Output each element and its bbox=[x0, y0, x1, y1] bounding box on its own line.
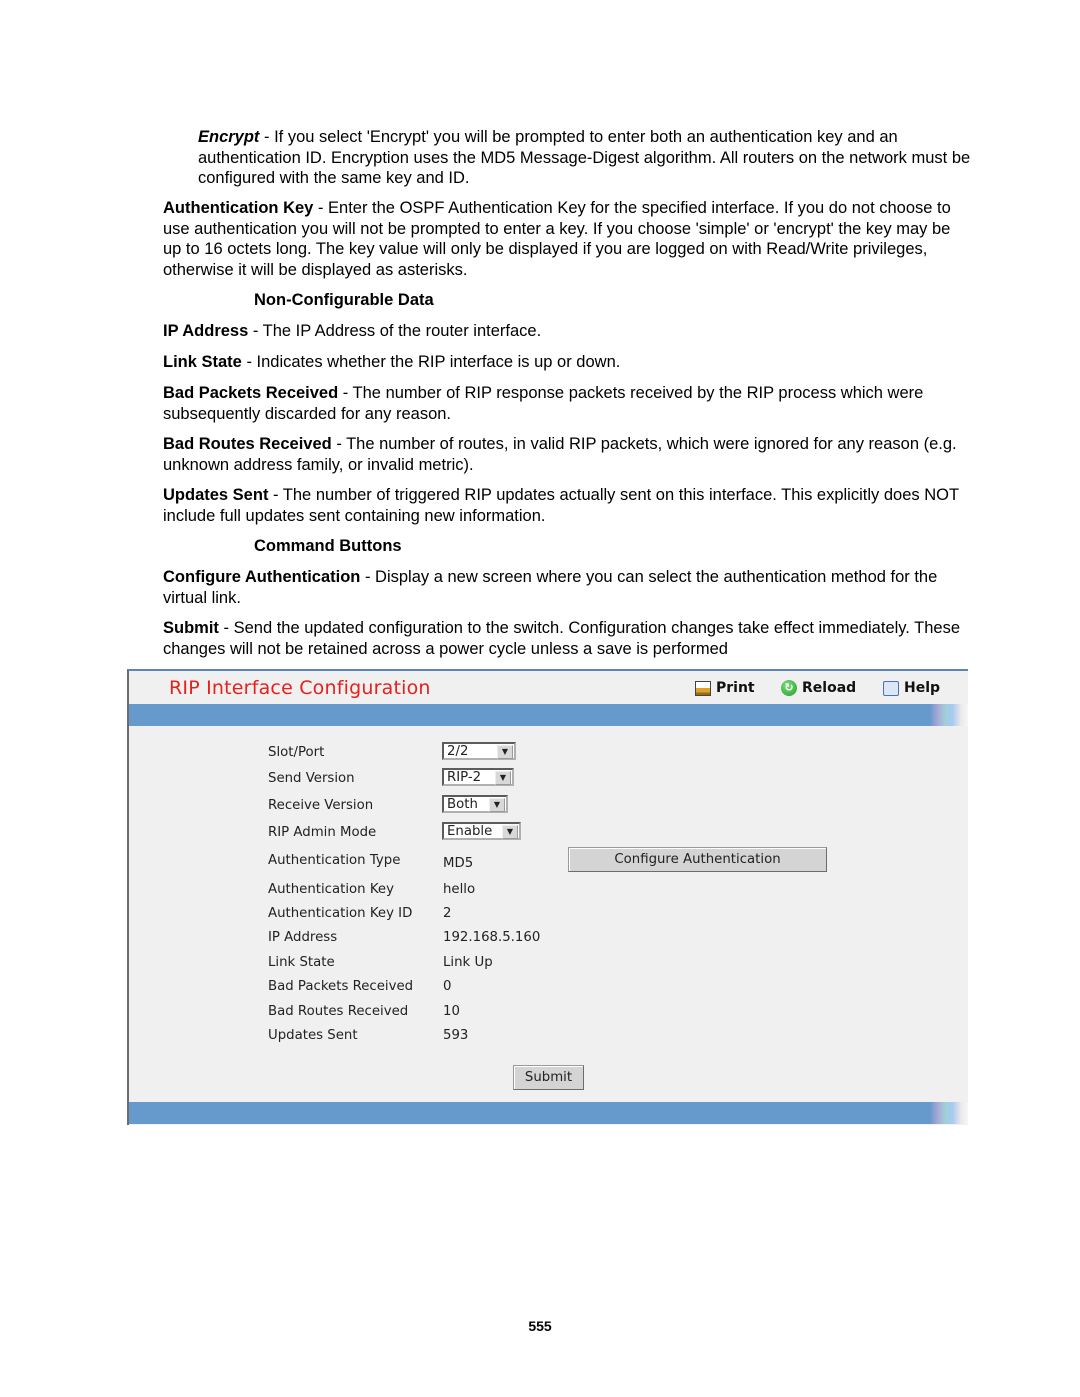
slot-port-select[interactable]: 2/2 ▼ bbox=[442, 742, 516, 760]
help-button[interactable]: Help bbox=[883, 680, 940, 696]
receive-version-select[interactable]: Both ▼ bbox=[442, 795, 508, 813]
rip-interface-configuration-panel: RIP Interface Configuration Print ↻ Relo… bbox=[127, 669, 968, 1125]
bad-routes-description: Bad Routes Received - The number of rout… bbox=[163, 435, 957, 474]
admin-mode-select[interactable]: Enable ▼ bbox=[442, 822, 521, 840]
configure-authentication-button[interactable]: Configure Authentication bbox=[568, 847, 827, 872]
chevron-down-icon: ▼ bbox=[495, 771, 511, 785]
panel-title: RIP Interface Configuration bbox=[169, 677, 431, 699]
bad-routes-value: 10 bbox=[443, 1004, 460, 1019]
footer-bar bbox=[129, 1102, 968, 1124]
printer-icon bbox=[695, 680, 711, 696]
page-number: 555 bbox=[528, 1318, 552, 1334]
updates-sent-description: Updates Sent - The number of triggered R… bbox=[163, 486, 959, 525]
print-button[interactable]: Print bbox=[695, 680, 755, 696]
link-state-description: Link State - Indicates whether the RIP i… bbox=[163, 353, 621, 371]
non-configurable-heading: Non-Configurable Data bbox=[254, 291, 434, 309]
chevron-down-icon: ▼ bbox=[489, 798, 505, 812]
link-state-value: Link Up bbox=[443, 955, 493, 970]
auth-type-value: MD5 bbox=[443, 856, 474, 871]
configure-auth-description: Configure Authentication - Display a new… bbox=[163, 568, 938, 607]
submit-button[interactable]: Submit bbox=[513, 1065, 584, 1090]
updates-sent-value: 593 bbox=[443, 1028, 469, 1043]
reload-icon: ↻ bbox=[781, 680, 797, 696]
auth-key-value: hello bbox=[443, 882, 476, 897]
auth-key-description: Authentication Key - Enter the OSPF Auth… bbox=[163, 199, 951, 279]
book-icon bbox=[883, 680, 899, 696]
ip-address-value: 192.168.5.160 bbox=[443, 930, 541, 945]
chevron-down-icon: ▼ bbox=[497, 745, 513, 759]
header-bar bbox=[129, 704, 968, 726]
command-buttons-heading: Command Buttons bbox=[254, 537, 402, 555]
encrypt-description: Encrypt - If you select 'Encrypt' you wi… bbox=[198, 128, 971, 187]
auth-key-id-value: 2 bbox=[443, 906, 452, 921]
bad-packets-description: Bad Packets Received - The number of RIP… bbox=[163, 384, 924, 423]
ip-address-description: IP Address - The IP Address of the route… bbox=[163, 322, 542, 340]
chevron-down-icon: ▼ bbox=[502, 825, 518, 839]
bad-packets-value: 0 bbox=[443, 979, 452, 994]
send-version-select[interactable]: RIP-2 ▼ bbox=[442, 768, 514, 786]
reload-button[interactable]: ↻ Reload bbox=[781, 680, 856, 696]
submit-description: Submit - Send the updated configuration … bbox=[163, 619, 961, 658]
